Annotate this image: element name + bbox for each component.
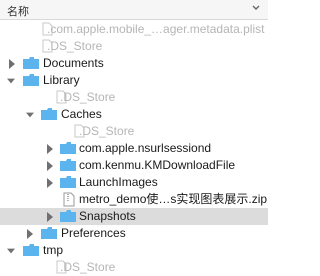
disclosure-right-icon[interactable] [46,161,54,171]
list-item-label: Snapshots [79,209,136,223]
list-item[interactable]: .DS_Store [0,89,268,106]
list-item-label: .DS_Store [60,90,116,104]
name-column-title[interactable]: 名称 [7,3,29,19]
list-item-label: com.kenmu.KMDownloadFile [79,158,236,172]
folder-icon [60,176,76,188]
list-item-label: .DS_Store [47,39,103,53]
folder-icon [60,159,76,171]
folder-icon [23,57,39,69]
list-item[interactable]: .DS_Store [0,123,268,140]
list-item-label: Documents [43,56,104,70]
list-item-label: .DS_Store [60,260,116,274]
list-item-label: Preferences [61,226,126,240]
list-item[interactable]: com.apple.nsurlsessiond [0,140,268,157]
list-item-label: .DS_Store [79,124,135,138]
list-item[interactable]: Caches [0,106,268,123]
list-item[interactable]: .DS_Store [0,259,268,276]
list-item[interactable]: Library [0,72,268,89]
list-item[interactable]: tmp [0,242,268,259]
disclosure-down-icon[interactable] [26,110,34,120]
folder-icon [41,227,57,239]
folder-icon [60,142,76,154]
list-item[interactable]: .com.apple.mobile_…ager.metadata.plist [0,21,268,38]
disclosure-right-icon[interactable] [46,144,54,154]
disclosure-down-icon[interactable] [7,246,15,256]
disclosure-down-icon[interactable] [7,76,15,86]
disclosure-right-icon[interactable] [8,59,16,69]
zip-archive-icon [63,192,75,207]
list-item-label: Caches [61,107,102,121]
sort-chevron-icon[interactable] [251,3,261,15]
list-item-label: tmp [43,243,64,257]
folder-icon [41,108,57,120]
list-item-label: metro_demo使…s实现图表展示.zip [79,192,268,206]
list-item[interactable]: LaunchImages [0,174,268,191]
list-item-label: .com.apple.mobile_…ager.metadata.plist [47,22,265,36]
disclosure-right-icon[interactable] [46,178,54,188]
list-item-selected[interactable]: Snapshots [0,208,268,225]
disclosure-right-icon[interactable] [26,229,34,239]
list-item-label: com.apple.nsurlsessiond [79,141,212,155]
list-item[interactable]: com.kenmu.KMDownloadFile [0,157,268,174]
folder-icon [23,244,39,256]
list-item[interactable]: Documents [0,55,268,72]
disclosure-right-icon[interactable] [46,212,54,222]
list-item[interactable]: metro_demo使…s实现图表展示.zip [0,191,268,208]
folder-icon [23,74,39,86]
list-item-label: Library [43,73,80,87]
list-item-label: LaunchImages [79,175,158,189]
column-header[interactable]: 名称 [0,0,268,20]
list-item[interactable]: .DS_Store [0,38,268,55]
folder-icon [60,210,76,222]
list-item[interactable]: Preferences [0,225,268,242]
